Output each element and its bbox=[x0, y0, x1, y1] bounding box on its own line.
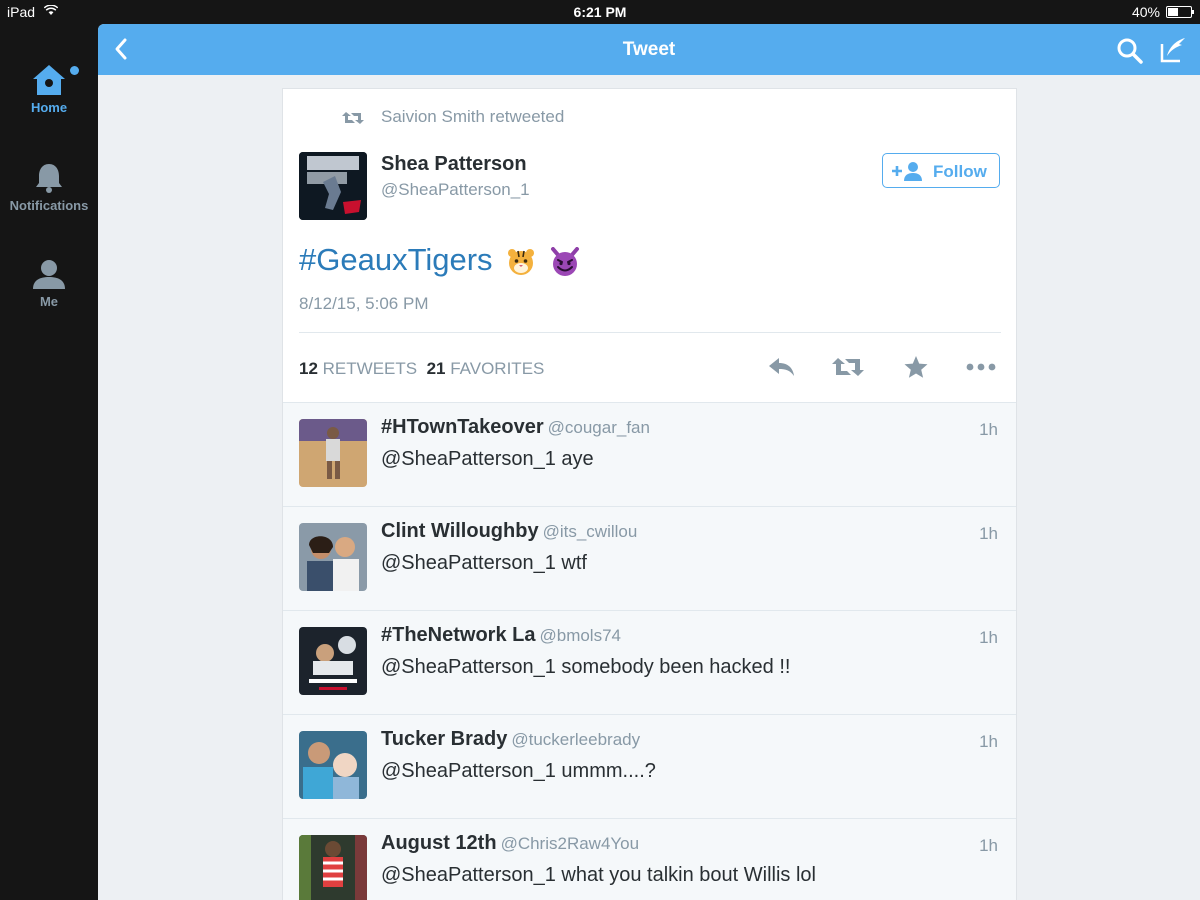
tweet-detail-card: Saivion Smith retweeted Shea Patterson @… bbox=[282, 88, 1017, 900]
list-item[interactable]: August 12th @Chris2Raw4You 1h @SheaPatter… bbox=[283, 818, 1016, 900]
add-user-icon bbox=[892, 162, 922, 181]
avatar-image bbox=[299, 419, 367, 487]
reply-text: @SheaPatterson_1 aye bbox=[381, 448, 594, 470]
sidebar: Home Notifications Me bbox=[0, 24, 98, 900]
avatar-image bbox=[299, 627, 367, 695]
reply-time: 1h bbox=[979, 420, 998, 439]
reply-author-handle: @its_cwillou bbox=[542, 522, 638, 541]
person-icon bbox=[33, 260, 65, 289]
avatar[interactable] bbox=[299, 152, 367, 220]
reply-author-name: #TheNetwork La bbox=[381, 624, 536, 646]
reply-author-handle: @cougar_fan bbox=[547, 418, 650, 437]
reply-text: @SheaPatterson_1 what you talkin bout Wi… bbox=[381, 864, 816, 886]
reply-author[interactable]: #HTownTakeover @cougar_fan bbox=[381, 416, 650, 439]
reply-time: 1h bbox=[979, 628, 998, 647]
retweet-icon[interactable] bbox=[831, 355, 865, 379]
avatar-image bbox=[299, 152, 367, 220]
reply-time: 1h bbox=[979, 836, 998, 855]
avatar-image bbox=[299, 523, 367, 591]
reply-author[interactable]: August 12th @Chris2Raw4You bbox=[381, 832, 639, 855]
reply-text: @SheaPatterson_1 somebody been hacked !! bbox=[381, 656, 791, 678]
sidebar-item-home[interactable]: Home bbox=[0, 64, 98, 115]
reply-author-name: August 12th bbox=[381, 832, 497, 854]
reply-author-name: Tucker Brady bbox=[381, 728, 508, 750]
reply-author[interactable]: #TheNetwork La @bmols74 bbox=[381, 624, 621, 647]
list-item[interactable]: #TheNetwork La @bmols74 1h @SheaPatterson… bbox=[283, 610, 1016, 714]
more-icon[interactable] bbox=[965, 355, 997, 379]
battery-fill bbox=[1168, 8, 1178, 16]
replies-list: #HTownTakeover @cougar_fan 1h @SheaPatter… bbox=[283, 402, 1016, 900]
reply-author-handle: @tuckerleebrady bbox=[511, 730, 641, 749]
reply-text: @SheaPatterson_1 ummm....? bbox=[381, 760, 656, 782]
battery-icon bbox=[1166, 6, 1194, 18]
home-icon bbox=[33, 65, 65, 95]
reply-author[interactable]: Tucker Brady @tuckerleebrady bbox=[381, 728, 640, 751]
avatar[interactable] bbox=[299, 419, 367, 487]
tiger-face-emoji bbox=[508, 248, 535, 275]
clock: 6:21 PM bbox=[573, 4, 627, 20]
retweeted-by-text: Saivion Smith retweeted bbox=[381, 107, 565, 126]
author-handle: @SheaPatterson_1 bbox=[381, 180, 530, 199]
divider bbox=[299, 332, 1001, 333]
tweet-stats: 12 RETWEETS 21 FAVORITES bbox=[299, 359, 544, 379]
reply-author-handle: @bmols74 bbox=[539, 626, 621, 645]
retweets-label[interactable]: RETWEETS bbox=[323, 359, 417, 378]
reply-text: @SheaPatterson_1 wtf bbox=[381, 552, 587, 574]
follow-button[interactable]: Follow bbox=[882, 153, 1000, 188]
list-item[interactable]: Clint Willoughby @its_cwillou 1h @SheaPat… bbox=[283, 506, 1016, 610]
sidebar-item-label: Me bbox=[39, 294, 59, 309]
list-item[interactable]: Tucker Brady @tuckerleebrady 1h @SheaPatt… bbox=[283, 714, 1016, 818]
sidebar-item-label: Home bbox=[30, 100, 68, 115]
new-content-dot bbox=[70, 66, 79, 75]
smiling-imp-emoji bbox=[550, 246, 579, 276]
list-item[interactable]: #HTownTakeover @cougar_fan 1h @SheaPatter… bbox=[283, 402, 1016, 506]
reply-author-name: #HTownTakeover bbox=[381, 416, 544, 438]
status-bar: iPad 6:21 PM 40% bbox=[0, 0, 1200, 24]
reply-author-name: Clint Willoughby bbox=[381, 520, 539, 542]
compose-icon[interactable] bbox=[1158, 36, 1188, 64]
search-icon[interactable] bbox=[1116, 37, 1144, 65]
bell-icon bbox=[36, 164, 62, 193]
hashtag-link[interactable]: #GeauxTigers bbox=[299, 242, 493, 277]
reply-time: 1h bbox=[979, 732, 998, 751]
favorites-count[interactable]: 21 bbox=[427, 359, 446, 378]
avatar-image bbox=[299, 731, 367, 799]
sidebar-item-me[interactable]: Me bbox=[0, 258, 98, 309]
reply-time: 1h bbox=[979, 524, 998, 543]
avatar[interactable] bbox=[299, 523, 367, 591]
tweet-text: #GeauxTigers bbox=[299, 242, 580, 278]
retweet-icon bbox=[342, 112, 364, 124]
sidebar-item-label: Notifications bbox=[9, 198, 89, 213]
favorites-label[interactable]: FAVORITES bbox=[450, 359, 544, 378]
main-panel: Tweet Saivion Smith retweeted Shea Patte… bbox=[98, 24, 1200, 900]
avatar[interactable] bbox=[299, 835, 367, 900]
reply-author[interactable]: Clint Willoughby @its_cwillou bbox=[381, 520, 637, 543]
sidebar-item-notifications[interactable]: Notifications bbox=[0, 162, 98, 213]
avatar[interactable] bbox=[299, 731, 367, 799]
nav-bar: Tweet bbox=[98, 24, 1200, 75]
avatar[interactable] bbox=[299, 627, 367, 695]
reply-icon[interactable] bbox=[767, 355, 797, 379]
author-name[interactable]: Shea Patterson bbox=[381, 153, 527, 176]
follow-label: Follow bbox=[933, 162, 987, 181]
page-title: Tweet bbox=[622, 39, 676, 60]
avatar-image bbox=[299, 835, 367, 900]
star-icon[interactable] bbox=[903, 355, 929, 379]
tweet-timestamp: 8/12/15, 5:06 PM bbox=[299, 294, 429, 313]
reply-author-handle: @Chris2Raw4You bbox=[500, 834, 640, 853]
battery-percentage: 40% bbox=[1131, 4, 1160, 20]
retweets-count[interactable]: 12 bbox=[299, 359, 318, 378]
